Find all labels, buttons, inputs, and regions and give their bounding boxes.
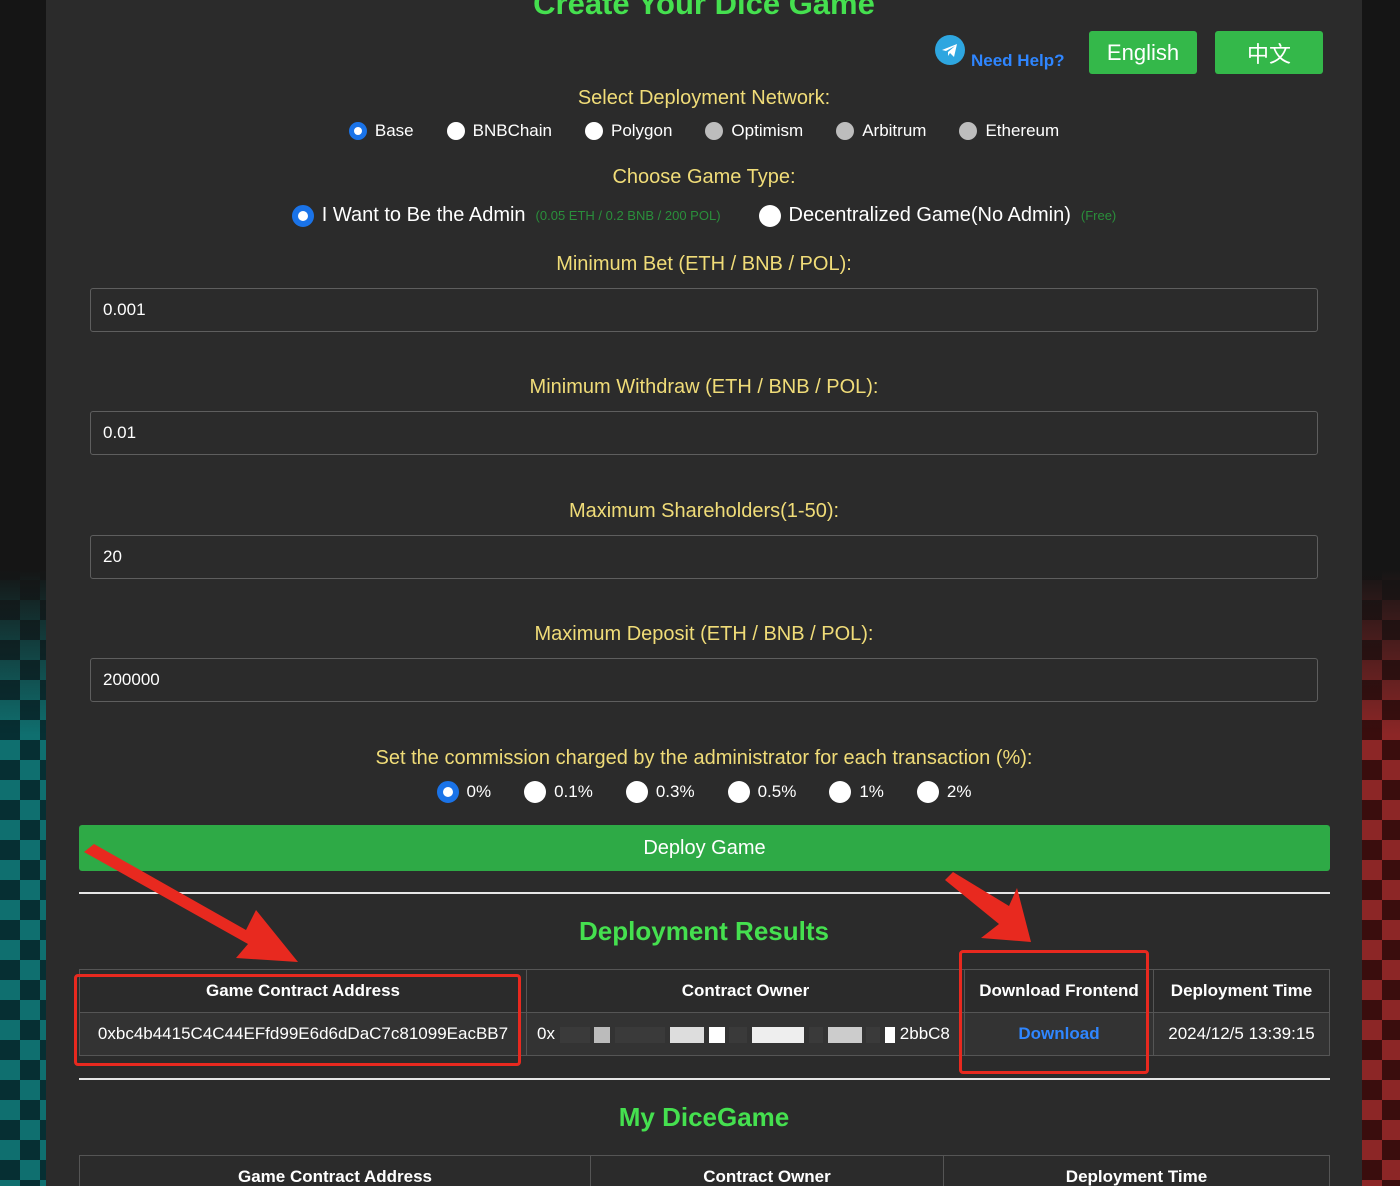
commission-radio-group: 0% 0.1% 0.3% 0.5% 1% 2% (46, 781, 1362, 803)
network-option-optimism[interactable]: Optimism (705, 121, 803, 141)
admin-cost: (0.05 ETH / 0.2 BNB / 200 POL) (535, 208, 721, 223)
cell-deployment-time: 2024/12/5 13:39:15 (1153, 1012, 1330, 1056)
redacted-block (708, 1026, 725, 1043)
commission-option-0[interactable]: 0% (436, 781, 491, 803)
decentralized-cost: (Free) (1080, 208, 1117, 223)
annotation-highlight-download (959, 950, 1149, 1074)
redacted-block (885, 1026, 896, 1043)
deploy-game-button[interactable]: Deploy Game (79, 825, 1330, 871)
redacted-block (752, 1026, 805, 1043)
annotation-highlight-address (74, 974, 521, 1066)
language-english-button[interactable]: English (1089, 31, 1197, 74)
divider (79, 1078, 1330, 1080)
header-game-contract-address: Game Contract Address (79, 1155, 591, 1186)
redacted-block (615, 1026, 666, 1043)
header-deployment-time: Deployment Time (1153, 969, 1330, 1013)
min-withdraw-input[interactable] (90, 411, 1318, 455)
commission-option-0-5[interactable]: 0.5% (727, 781, 796, 803)
redacted-block (866, 1026, 881, 1043)
page-title: Create Your Dice Game (533, 0, 875, 21)
help-link[interactable]: Need Help? (935, 29, 1065, 71)
telegram-icon (935, 35, 965, 65)
radio-button[interactable] (758, 204, 781, 227)
min-bet-input[interactable] (90, 288, 1318, 332)
redacted-block (669, 1026, 704, 1043)
my-dicegame-title: My DiceGame (618, 1102, 790, 1132)
max-shareholders-label: Maximum Shareholders(1-50): (568, 500, 840, 522)
network-option-base[interactable]: Base (348, 121, 414, 141)
help-label: Need Help? (971, 51, 1065, 70)
radio-button[interactable] (829, 781, 852, 803)
cell-contract-owner: 0x 2bbC8 (526, 1012, 965, 1056)
radio-button[interactable] (524, 781, 547, 803)
game-type-decentralized[interactable]: Decentralized Game(No Admin) (Free) (758, 204, 1117, 227)
header-contract-owner: Contract Owner (590, 1155, 944, 1186)
min-withdraw-label: Minimum Withdraw (ETH / BNB / POL): (529, 376, 879, 398)
radio-button[interactable] (959, 122, 978, 140)
radio-selected[interactable] (291, 204, 314, 227)
header-contract-owner: Contract Owner (526, 969, 965, 1013)
commission-option-0-1[interactable]: 0.1% (524, 781, 593, 803)
divider (79, 892, 1330, 894)
background-right (1362, 0, 1400, 1186)
network-label: Select Deployment Network: (577, 87, 831, 109)
max-deposit-label: Maximum Deposit (ETH / BNB / POL): (534, 623, 874, 645)
commission-option-0-3[interactable]: 0.3% (625, 781, 695, 803)
redacted-block (827, 1026, 862, 1043)
network-option-bnbchain[interactable]: BNBChain (446, 121, 552, 141)
game-type-radio-group: I Want to Be the Admin (0.05 ETH / 0.2 B… (46, 204, 1362, 227)
commission-option-2[interactable]: 2% (916, 781, 971, 803)
radio-button[interactable] (446, 122, 465, 140)
radio-button[interactable] (625, 781, 648, 803)
game-type-label: Choose Game Type: (612, 166, 796, 188)
max-deposit-input[interactable] (90, 658, 1318, 702)
network-radio-group: Base BNBChain Polygon Optimism Arbitrum … (46, 121, 1362, 141)
min-bet-label: Minimum Bet (ETH / BNB / POL): (556, 253, 852, 275)
header-deployment-time: Deployment Time (943, 1155, 1330, 1186)
background-left (0, 0, 46, 1186)
redacted-block (808, 1026, 823, 1043)
radio-button[interactable] (727, 781, 750, 803)
redacted-block (559, 1026, 590, 1043)
radio-selected[interactable] (348, 122, 367, 140)
table-header-row: Game Contract Address Contract Owner Dep… (79, 1155, 1330, 1186)
network-option-ethereum[interactable]: Ethereum (959, 121, 1059, 141)
radio-button[interactable] (836, 122, 855, 140)
redacted-block (594, 1026, 611, 1043)
radio-selected[interactable] (436, 781, 459, 803)
commission-label: Set the commission charged by the admini… (375, 747, 1033, 769)
game-type-admin[interactable]: I Want to Be the Admin (0.05 ETH / 0.2 B… (291, 204, 721, 227)
deployment-results-title: Deployment Results (579, 916, 829, 946)
language-chinese-button[interactable]: 中文 (1215, 31, 1323, 74)
my-dicegame-table: Game Contract Address Contract Owner Dep… (79, 1155, 1330, 1186)
radio-button[interactable] (584, 122, 603, 140)
commission-option-1[interactable]: 1% (829, 781, 884, 803)
radio-button[interactable] (705, 122, 724, 140)
redacted-block (729, 1026, 748, 1043)
main-panel: Create Your Dice Game Need Help? English… (46, 0, 1362, 1186)
radio-button[interactable] (916, 781, 939, 803)
max-shareholders-input[interactable] (90, 535, 1318, 579)
network-option-polygon[interactable]: Polygon (584, 121, 672, 141)
network-option-arbitrum[interactable]: Arbitrum (836, 121, 926, 141)
